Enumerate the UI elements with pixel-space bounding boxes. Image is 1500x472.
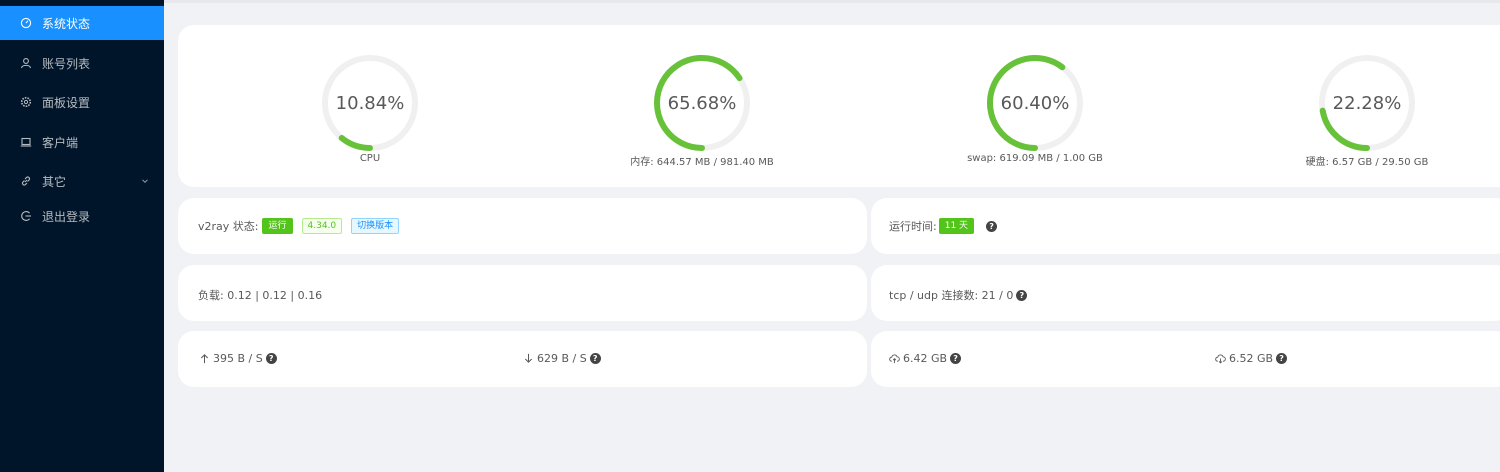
top-divider [164, 0, 1500, 3]
gear-icon [20, 96, 32, 108]
load-text: 负载: 0.12 | 0.12 | 0.16 [198, 289, 323, 302]
system-gauges-card: 10.84% CPU 65.68% 内存: 644.57 MB / 981.40… [178, 25, 1500, 187]
sidebar-item-label: 客户端 [42, 135, 79, 150]
cloud-upload-icon [888, 353, 900, 365]
help-icon[interactable]: ? [589, 353, 601, 364]
connections-card: tcp / udp 连接数: 21 / 0 ? [871, 265, 1500, 321]
load-card: 负载: 0.12 | 0.12 | 0.16 [178, 265, 867, 321]
help-icon[interactable]: ? [1276, 353, 1288, 364]
sidebar: 系统状态 账号列表 面板设置 客户端 其它 退出登录 [0, 0, 164, 472]
link-icon [20, 175, 32, 187]
sidebar-item-client[interactable]: 客户端 [0, 125, 164, 159]
version-badge: 4.34.0 [301, 218, 343, 234]
sidebar-item-label: 账号列表 [42, 56, 91, 71]
uptime-label: 运行时间: [889, 220, 937, 233]
help-icon[interactable]: ? [950, 353, 962, 364]
gauge-caption: CPU [359, 153, 381, 164]
traffic-total-card: 6.42 GB ? 6.52 GB ? [871, 331, 1500, 387]
gauge-percent: 10.84% [335, 92, 405, 114]
connections-text: tcp / udp 连接数: 21 / 0 [889, 289, 1014, 302]
laptop-icon [20, 136, 32, 148]
chevron-down-icon [142, 179, 148, 184]
sidebar-item-other[interactable]: 其它 [0, 164, 164, 198]
gauge-percent: 22.28% [1332, 92, 1402, 114]
help-icon[interactable]: ? [1016, 289, 1028, 301]
sidebar-item-accounts[interactable]: 账号列表 [0, 46, 164, 80]
cloud-download-icon [1214, 353, 1226, 365]
memory-gauge: 65.68% [652, 53, 752, 153]
arrow-up-icon [198, 353, 210, 365]
sidebar-item-logout[interactable]: 退出登录 [0, 199, 164, 233]
total-upload: 6.42 GB [903, 352, 948, 365]
sidebar-item-label: 退出登录 [42, 209, 91, 224]
dashboard-icon [20, 17, 32, 29]
sidebar-item-label: 面板设置 [42, 95, 91, 110]
gauge-caption: 内存: 644.57 MB / 981.40 MB [630, 157, 774, 168]
user-icon [20, 57, 32, 69]
gauge-percent: 65.68% [667, 92, 737, 114]
help-icon[interactable]: ? [265, 353, 277, 364]
cpu-gauge: 10.84% [320, 53, 420, 153]
v2ray-status-card: v2ray 状态: 运行 4.34.0 切换版本 [178, 198, 867, 254]
gauge-caption: 硬盘: 6.57 GB / 29.50 GB [1305, 157, 1429, 168]
sidebar-item-settings[interactable]: 面板设置 [0, 85, 164, 119]
swap-gauge: 60.40% [985, 53, 1085, 153]
switch-version-button[interactable]: 切换版本 [351, 218, 400, 234]
uptime-badge: 11 天 [938, 218, 975, 234]
logout-icon [20, 210, 32, 222]
total-download: 6.52 GB [1229, 352, 1274, 365]
sidebar-item-system-status[interactable]: 系统状态 [0, 6, 164, 40]
uptime-card: 运行时间: 11 天 ? [871, 198, 1500, 254]
gauge-percent: 60.40% [1000, 92, 1070, 114]
help-icon[interactable]: ? [986, 220, 998, 232]
gauge-caption: swap: 619.09 MB / 1.00 GB [967, 153, 1103, 164]
disk-gauge: 22.28% [1317, 53, 1417, 153]
sidebar-item-label: 系统状态 [42, 16, 91, 31]
speed-card: 395 B / S ? 629 B / S ? [178, 331, 867, 387]
download-speed: 629 B / S [537, 352, 587, 365]
upload-speed: 395 B / S [213, 352, 263, 365]
sidebar-item-label: 其它 [42, 174, 67, 189]
arrow-down-icon [522, 353, 534, 365]
v2ray-status-label: v2ray 状态: [198, 220, 259, 233]
status-badge: 运行 [262, 218, 293, 234]
